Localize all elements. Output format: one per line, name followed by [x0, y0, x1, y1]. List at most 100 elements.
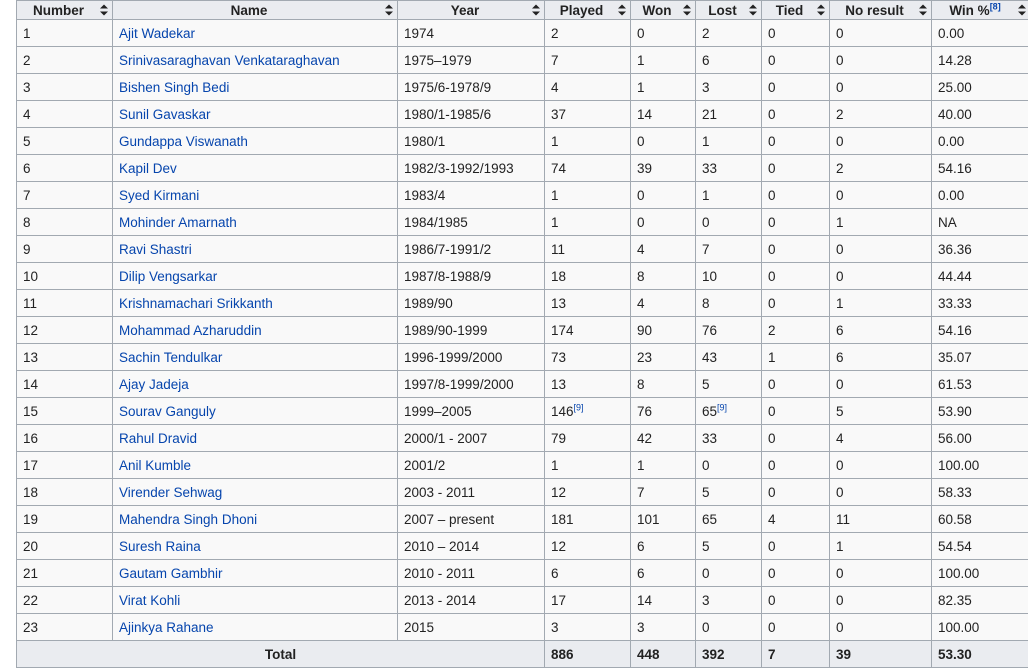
column-header-no-result[interactable]: No result	[829, 0, 932, 20]
captain-name-link[interactable]: Virender Sehwag	[119, 485, 222, 500]
total-won: 448	[630, 640, 696, 668]
table-footer: Total 886 448 392 7 39 53.30	[16, 640, 1028, 668]
cell-no-result: 4	[829, 424, 932, 452]
cell-tied: 4	[761, 505, 830, 533]
cell-no-result: 0	[829, 478, 932, 506]
cell-number-value: 21	[23, 565, 39, 581]
captain-name-link[interactable]: Ajinkya Rahane	[119, 620, 214, 635]
column-header-name[interactable]: Name	[112, 0, 398, 20]
cell-win-pct: 44.44	[931, 262, 1028, 290]
captain-name-link[interactable]: Dilip Vengsarkar	[119, 269, 217, 284]
captain-name-link[interactable]: Srinivasaraghavan Venkataraghavan	[119, 53, 340, 68]
cell-played: 1	[544, 127, 631, 155]
cell-number: 4	[16, 100, 113, 128]
captain-name-link[interactable]: Virat Kohli	[119, 593, 180, 608]
table-row: 6 Kapil Dev 1982/3-1992/1993 74 39 33 0 2 54.16	[16, 154, 1028, 182]
captain-name-link[interactable]: Rahul Dravid	[119, 431, 197, 446]
column-header-lost[interactable]: Lost	[695, 0, 762, 20]
total-row: Total 886 448 392 7 39 53.30	[16, 640, 1028, 668]
captain-name-link[interactable]: Sourav Ganguly	[119, 404, 216, 419]
cell-win-pct-value: 60.58	[938, 511, 972, 527]
sort-icon[interactable]	[532, 4, 540, 16]
cell-won-value: 39	[637, 160, 653, 176]
captain-name-link[interactable]: Bishen Singh Bedi	[119, 80, 229, 95]
cell-played-value: 18	[551, 268, 567, 284]
cell-lost-value: 10	[702, 268, 718, 284]
cell-lost: 1	[695, 127, 762, 155]
column-header-win-pct[interactable]: Win %[8]	[931, 0, 1028, 20]
captain-name-link[interactable]: Ajay Jadeja	[119, 377, 189, 392]
cell-tied: 1	[761, 343, 830, 371]
cell-played-value: 37	[551, 106, 567, 122]
column-header-tied[interactable]: Tied	[761, 0, 830, 20]
captain-name-link[interactable]: Syed Kirmani	[119, 188, 199, 203]
captain-name-link[interactable]: Sunil Gavaskar	[119, 107, 211, 122]
captain-name-link[interactable]: Ravi Shastri	[119, 242, 192, 257]
sort-icon[interactable]	[817, 4, 825, 16]
captain-name-link[interactable]: Gautam Gambhir	[119, 566, 223, 581]
sort-icon[interactable]	[618, 4, 626, 16]
cell-won-value: 0	[637, 133, 645, 149]
cell-tied: 0	[761, 208, 830, 236]
reference-link[interactable]: [9]	[574, 402, 584, 412]
table-row: 5 Gundappa Viswanath 1980/1 1 0 1 0 0 0.00	[16, 127, 1028, 155]
captain-name-link[interactable]: Ajit Wadekar	[119, 26, 195, 41]
captain-name-link[interactable]: Mahendra Singh Dhoni	[119, 512, 257, 527]
sort-icon[interactable]	[1018, 4, 1026, 16]
captain-name-link[interactable]: Mohammad Azharuddin	[119, 323, 262, 338]
cell-won: 1	[630, 73, 696, 101]
cell-won: 6	[630, 559, 696, 587]
cell-year: 2000/1 - 2007	[397, 424, 545, 452]
column-header-year[interactable]: Year	[397, 0, 545, 20]
cell-year-value: 2003 - 2011	[404, 484, 476, 500]
captain-name-link[interactable]: Krishnamachari Srikkanth	[119, 296, 273, 311]
cell-no-result-value: 0	[836, 484, 844, 500]
cell-lost: 3	[695, 73, 762, 101]
reference-link[interactable]: [8]	[990, 2, 1001, 12]
captain-name-link[interactable]: Mohinder Amarnath	[119, 215, 237, 230]
cell-name: Mahendra Singh Dhoni	[112, 505, 398, 533]
table-row: 21 Gautam Gambhir 2010 - 2011 6 6 0 0 0 100.00	[16, 559, 1028, 587]
cell-win-pct: 54.54	[931, 532, 1028, 560]
cell-number: 6	[16, 154, 113, 182]
cell-tied-value: 0	[768, 538, 776, 554]
captain-name-link[interactable]: Kapil Dev	[119, 161, 177, 176]
cell-won: 42	[630, 424, 696, 452]
table-row: 3 Bishen Singh Bedi 1975/6-1978/9 4 1 3 0 0 25.0…	[16, 73, 1028, 101]
cell-name: Dilip Vengsarkar	[112, 262, 398, 290]
reference-link[interactable]: [9]	[717, 402, 727, 412]
cell-number-value: 23	[23, 619, 39, 635]
cell-no-result: 0	[829, 586, 932, 614]
cell-win-pct-value: 56.00	[938, 430, 972, 446]
column-header-won[interactable]: Won	[630, 0, 696, 20]
cell-played: 7	[544, 46, 631, 74]
sort-icon[interactable]	[683, 4, 691, 16]
cell-tied-value: 0	[768, 214, 776, 230]
cell-tied: 0	[761, 397, 830, 425]
cell-year: 2007 – present	[397, 505, 545, 533]
cell-year-value: 2013 - 2014	[404, 592, 477, 608]
column-header-played[interactable]: Played	[544, 0, 631, 20]
cell-lost-value: 21	[702, 106, 718, 122]
cell-won-value: 23	[637, 349, 653, 365]
captain-name-link[interactable]: Gundappa Viswanath	[119, 134, 248, 149]
column-header-number[interactable]: Number	[16, 0, 113, 20]
cell-won-value: 4	[637, 241, 645, 257]
captain-name-link[interactable]: Sachin Tendulkar	[119, 350, 222, 365]
cell-tied-value: 0	[768, 565, 776, 581]
sort-icon[interactable]	[749, 4, 757, 16]
cell-played: 181	[544, 505, 631, 533]
cell-win-pct: 100.00	[931, 613, 1028, 641]
sort-icon[interactable]	[919, 4, 927, 16]
cell-win-pct-value: NA	[938, 214, 957, 230]
captain-name-link[interactable]: Anil Kumble	[119, 458, 191, 473]
cell-played: 3	[544, 613, 631, 641]
captain-name-link[interactable]: Suresh Raina	[119, 539, 201, 554]
cell-lost: 0	[695, 613, 762, 641]
cell-win-pct-value: 54.16	[938, 322, 972, 338]
sort-icon[interactable]	[100, 4, 108, 16]
cell-played-value: 12	[551, 484, 567, 500]
cell-win-pct-value: 14.28	[938, 52, 972, 68]
cell-no-result: 1	[829, 289, 932, 317]
sort-icon[interactable]	[385, 4, 393, 16]
